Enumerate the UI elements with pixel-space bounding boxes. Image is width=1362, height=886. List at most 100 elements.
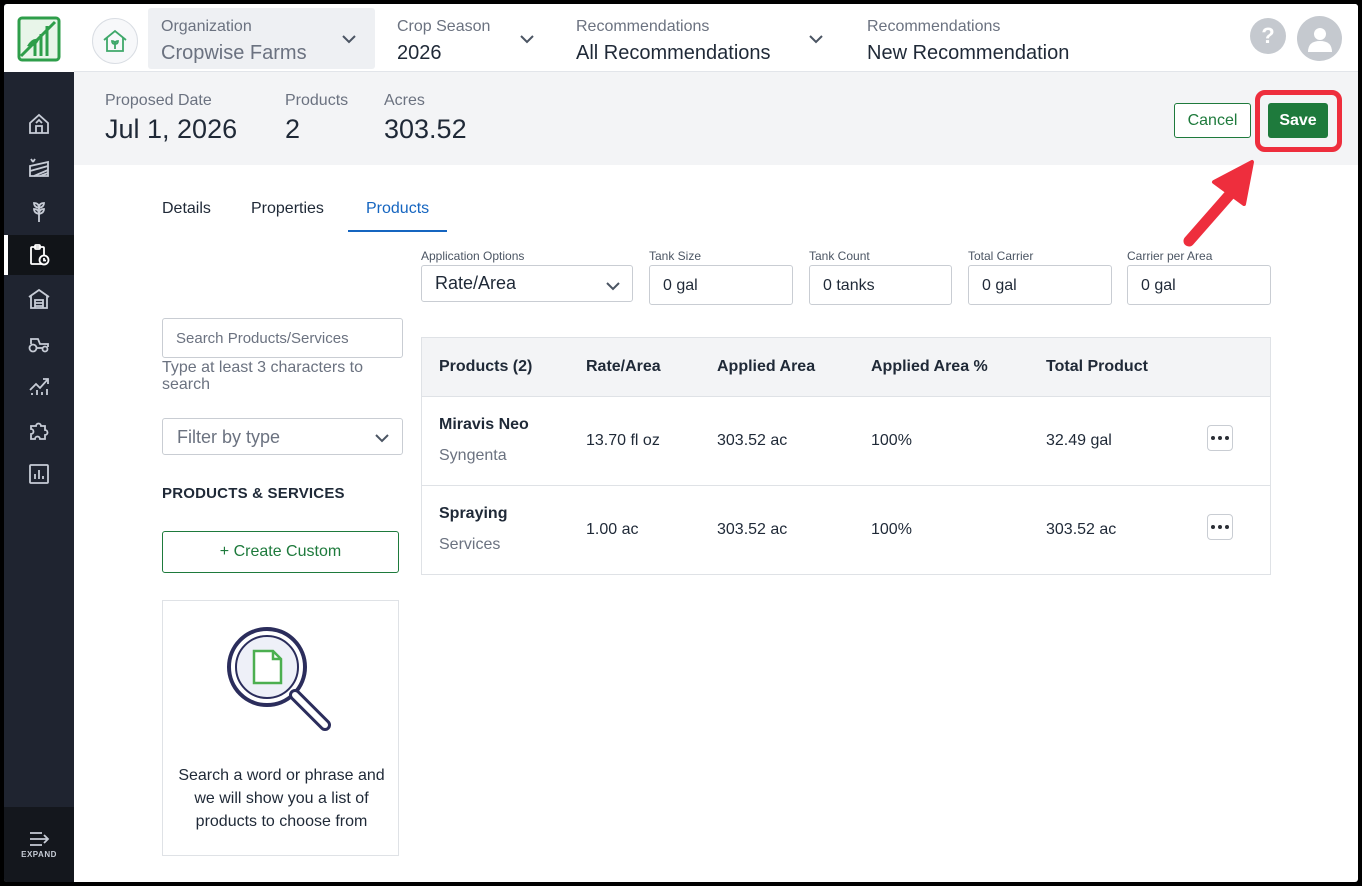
- app-window: EXPAND Organization Cropwise Farms Crop …: [4, 4, 1358, 882]
- create-custom-button[interactable]: + Create Custom: [162, 531, 399, 573]
- sidebar: EXPAND: [4, 4, 74, 882]
- product-total: 32.49 gal: [1046, 432, 1112, 449]
- user-avatar[interactable]: [1297, 16, 1342, 61]
- expand-icon: [30, 831, 50, 846]
- application-options-label: Application Options: [421, 249, 525, 263]
- recommendation-summary: Proposed Date Jul 1, 2026 Products 2 Acr…: [74, 72, 1358, 165]
- application-options-select[interactable]: Rate/Area: [421, 265, 633, 302]
- product-name: Spraying: [439, 505, 508, 522]
- organization-label: Organization: [161, 18, 252, 35]
- fields-icon: [29, 158, 49, 177]
- total-carrier-label: Total Carrier: [968, 249, 1034, 263]
- product-applied-area: 303.52 ac: [717, 432, 788, 449]
- crop-season-value: 2026: [397, 42, 442, 64]
- chevron-down-icon: [342, 35, 356, 44]
- total-carrier-field[interactable]: 0 gal: [968, 265, 1112, 305]
- products-count: Products 2: [285, 92, 348, 145]
- product-manufacturer: Syngenta: [439, 447, 507, 464]
- home-icon: [29, 113, 49, 134]
- current-recommendation: Recommendations New Recommendation: [867, 8, 1107, 69]
- sidebar-item-crop[interactable]: [4, 192, 74, 232]
- product-applied-area: 303.52 ac: [717, 521, 788, 538]
- save-button[interactable]: Save: [1268, 103, 1328, 138]
- crop-season-label: Crop Season: [397, 18, 491, 35]
- products-table: Products (2) Rate/Area Applied Area Appl…: [421, 337, 1271, 575]
- search-hint: Type at least 3 characters to search: [162, 359, 363, 393]
- cropwise-logo-icon: [17, 16, 61, 62]
- tank-count-field[interactable]: 0 tanks: [809, 265, 952, 305]
- product-name: Miravis Neo: [439, 416, 529, 433]
- crop-icon: [33, 202, 45, 222]
- help-button[interactable]: ?: [1250, 18, 1286, 54]
- products-count-value: 2: [285, 114, 301, 144]
- proposed-date-label: Proposed Date: [105, 92, 212, 109]
- sidebar-item-home[interactable]: [4, 104, 74, 144]
- proposed-date: Proposed Date Jul 1, 2026: [105, 92, 237, 145]
- sidebar-expand-button[interactable]: EXPAND: [4, 807, 74, 882]
- more-horizontal-icon: [1210, 525, 1231, 529]
- top-bar: Organization Cropwise Farms Crop Season …: [74, 4, 1358, 72]
- table-row: Miravis Neo Syngenta 13.70 fl oz 303.52 …: [422, 397, 1270, 486]
- analytics-icon: [29, 378, 49, 395]
- crop-season-selector[interactable]: Crop Season 2026: [397, 8, 542, 69]
- sidebar-item-fields[interactable]: [4, 148, 74, 188]
- sidebar-item-reports[interactable]: [4, 454, 74, 494]
- column-header-applied-area-pct: Applied Area %: [871, 358, 988, 375]
- chevron-down-icon: [520, 35, 534, 44]
- filter-by-type-placeholder: Filter by type: [177, 427, 281, 447]
- tab-properties[interactable]: Properties: [251, 190, 324, 232]
- search-products-input[interactable]: [162, 318, 403, 358]
- cancel-button[interactable]: Cancel: [1174, 103, 1251, 138]
- table-header: Products (2) Rate/Area Applied Area Appl…: [422, 338, 1270, 397]
- current-recommendation-value: New Recommendation: [867, 42, 1070, 64]
- recommendations-filter-selector[interactable]: Recommendations All Recommendations: [576, 8, 830, 69]
- product-applied-pct: 100%: [871, 432, 912, 449]
- carrier-per-area-field[interactable]: 0 gal: [1127, 265, 1271, 305]
- empty-search-card: Search a word or phrase and we will show…: [162, 600, 399, 856]
- filter-by-type-select[interactable]: Filter by type: [162, 418, 403, 455]
- product-manufacturer: Services: [439, 536, 501, 553]
- organization-selector[interactable]: Organization Cropwise Farms: [148, 8, 375, 69]
- product-total: 303.52 ac: [1046, 521, 1117, 538]
- integrations-icon: [30, 422, 49, 440]
- row-more-options-button[interactable]: [1207, 514, 1233, 540]
- product-applied-pct: 100%: [871, 521, 912, 538]
- sidebar-item-integrations[interactable]: [4, 410, 74, 450]
- screenshot-frame: EXPAND Organization Cropwise Farms Crop …: [0, 0, 1362, 886]
- recommendations-icon: [30, 244, 50, 266]
- sidebar-item-warehouse[interactable]: [4, 279, 74, 319]
- help-icon: ?: [1261, 23, 1275, 48]
- organization-avatar: [92, 18, 138, 64]
- equipment-icon: [28, 338, 49, 353]
- column-header-rate-area: Rate/Area: [586, 358, 661, 375]
- chevron-down-icon: [375, 434, 389, 443]
- chevron-down-icon: [606, 282, 620, 291]
- arrow-annotation-icon: [1183, 160, 1254, 247]
- magnifier-document-icon: [227, 627, 331, 731]
- carrier-per-area-label: Carrier per Area: [1127, 249, 1213, 263]
- current-recommendation-label: Recommendations: [867, 18, 1001, 35]
- tank-size-field[interactable]: 0 gal: [649, 265, 793, 305]
- product-rate: 1.00 ac: [586, 521, 639, 538]
- tank-count-label: Tank Count: [809, 249, 870, 263]
- column-header-products: Products (2): [439, 358, 533, 375]
- proposed-date-value: Jul 1, 2026: [105, 114, 238, 144]
- acres-value: 303.52: [384, 114, 467, 144]
- expand-label: EXPAND: [21, 849, 57, 859]
- logo-area: [4, 4, 74, 72]
- empty-search-message: Search a word or phrase and we will show…: [178, 767, 385, 830]
- tab-details[interactable]: Details: [162, 190, 211, 232]
- user-icon: [1307, 27, 1332, 52]
- reports-icon: [29, 464, 49, 484]
- products-services-heading: PRODUCTS & SERVICES: [162, 485, 345, 502]
- sidebar-item-analytics[interactable]: [4, 366, 74, 406]
- tab-products[interactable]: Products: [347, 190, 448, 232]
- sidebar-item-recommendations[interactable]: [4, 235, 74, 275]
- farm-house-icon: [103, 29, 127, 52]
- recommendations-filter-label: Recommendations: [576, 18, 710, 35]
- row-more-options-button[interactable]: [1207, 425, 1233, 451]
- acres: Acres 303.52: [384, 92, 467, 145]
- sidebar-item-equipment[interactable]: [4, 323, 74, 363]
- acres-label: Acres: [384, 92, 425, 109]
- table-row: Spraying Services 1.00 ac 303.52 ac 100%…: [422, 486, 1270, 575]
